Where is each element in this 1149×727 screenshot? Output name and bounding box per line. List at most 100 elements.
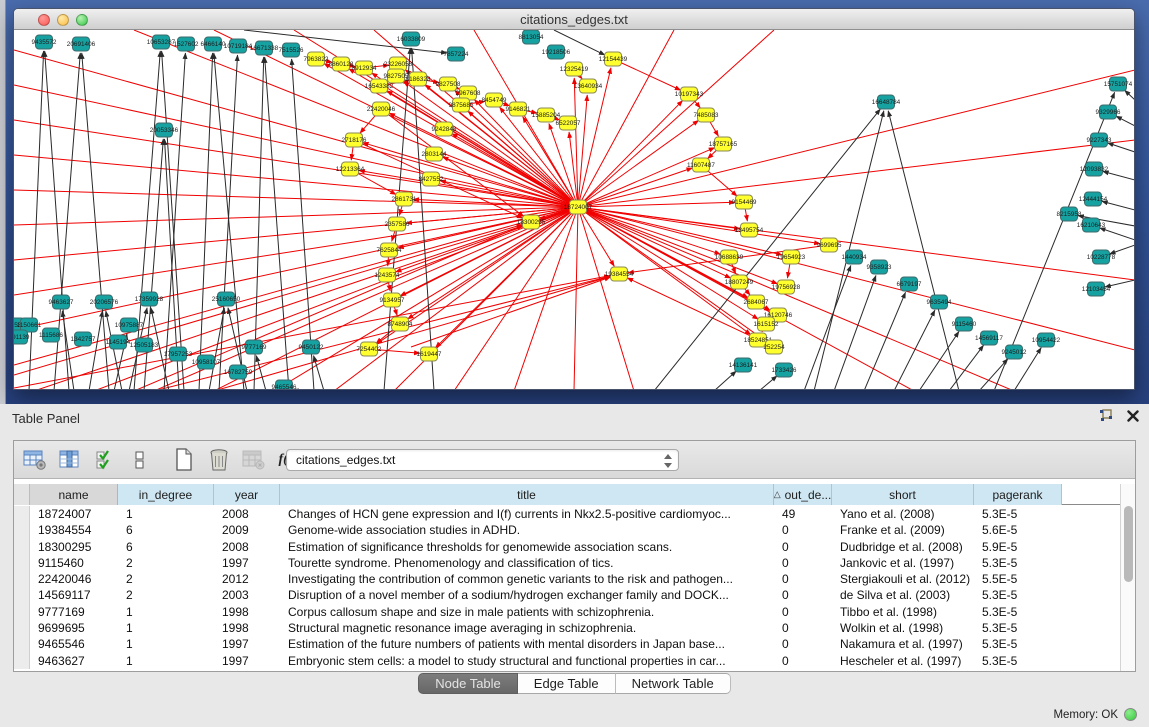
scrollbar-thumb[interactable] bbox=[1124, 506, 1133, 582]
cell-title[interactable]: Estimation of significance thresholds fo… bbox=[280, 539, 774, 555]
cell-year[interactable]: 2012 bbox=[214, 571, 280, 587]
cell-short[interactable]: Dudbridge et al. (2008) bbox=[832, 539, 974, 555]
table-row[interactable]: 1830029562008Estimation of significance … bbox=[14, 539, 1135, 555]
table-row[interactable]: 2242004622012Investigating the contribut… bbox=[14, 571, 1135, 587]
cell-title[interactable]: Structural magnetic resonance image aver… bbox=[280, 620, 774, 636]
cell-out_de[interactable]: 0 bbox=[774, 555, 832, 571]
cell-in_degree[interactable]: 2 bbox=[118, 555, 214, 571]
cell-name[interactable]: 22420046 bbox=[30, 571, 118, 587]
float-panel-icon[interactable] bbox=[1099, 409, 1113, 422]
cell-short[interactable]: Franke et al. (2009) bbox=[832, 522, 974, 538]
cell-title[interactable]: Estimation of the future numbers of pati… bbox=[280, 636, 774, 652]
cell-pagerank[interactable]: 5.3E-5 bbox=[974, 636, 1062, 652]
cell-out_de[interactable]: 0 bbox=[774, 604, 832, 620]
column-header-pagerank[interactable]: pagerank bbox=[974, 484, 1062, 505]
column-header-in_degree[interactable]: in_degree bbox=[118, 484, 214, 505]
cell-in_degree[interactable]: 1 bbox=[118, 636, 214, 652]
cell-in_degree[interactable]: 2 bbox=[118, 587, 214, 603]
cell-in_degree[interactable]: 1 bbox=[118, 506, 214, 522]
cell-out_de[interactable]: 49 bbox=[774, 506, 832, 522]
column-header-out_de[interactable]: △out_de... bbox=[774, 484, 832, 505]
table-row[interactable]: 1456911722003Disruption of a novel membe… bbox=[14, 587, 1135, 603]
cell-short[interactable]: Stergiakouli et al. (2012) bbox=[832, 571, 974, 587]
tab-edge-table[interactable]: Edge Table bbox=[518, 673, 616, 694]
cell-in_degree[interactable]: 1 bbox=[118, 620, 214, 636]
table-source-dropdown[interactable]: citations_edges.txt bbox=[286, 449, 679, 471]
table-row[interactable]: 946362711997Embryonic stem cells: a mode… bbox=[14, 653, 1135, 669]
cell-name[interactable]: 9115460 bbox=[30, 555, 118, 571]
cell-title[interactable]: Genome-wide association studies in ADHD. bbox=[280, 522, 774, 538]
cell-year[interactable]: 1998 bbox=[214, 604, 280, 620]
window-titlebar[interactable]: citations_edges.txt bbox=[14, 9, 1134, 30]
cell-out_de[interactable]: 0 bbox=[774, 620, 832, 636]
cell-title[interactable]: Tourette syndrome. Phenomenology and cla… bbox=[280, 555, 774, 571]
table-row[interactable]: 1872400712008Changes of HCN gene express… bbox=[14, 506, 1135, 522]
rows-icon[interactable] bbox=[126, 447, 154, 473]
table-settings-icon[interactable] bbox=[21, 447, 49, 473]
cell-year[interactable]: 1997 bbox=[214, 636, 280, 652]
cell-pagerank[interactable]: 5.5E-5 bbox=[974, 571, 1062, 587]
cell-short[interactable]: Jankovic et al. (1997) bbox=[832, 555, 974, 571]
cell-name[interactable]: 9463627 bbox=[30, 653, 118, 669]
cell-year[interactable]: 1998 bbox=[214, 620, 280, 636]
table-row[interactable]: 977716911998Corpus callosum shape and si… bbox=[14, 604, 1135, 620]
column-header-year[interactable]: year bbox=[214, 484, 280, 505]
cell-title[interactable]: Disruption of a novel member of a sodium… bbox=[280, 587, 774, 603]
cell-short[interactable]: Tibbo et al. (1998) bbox=[832, 604, 974, 620]
column-header-name[interactable]: name bbox=[30, 484, 118, 505]
cell-out_de[interactable]: 0 bbox=[774, 636, 832, 652]
cell-name[interactable]: 19384554 bbox=[30, 522, 118, 538]
cell-out_de[interactable]: 0 bbox=[774, 653, 832, 669]
tab-network-table[interactable]: Network Table bbox=[616, 673, 731, 694]
cell-year[interactable]: 1997 bbox=[214, 555, 280, 571]
cell-pagerank[interactable]: 5.9E-5 bbox=[974, 539, 1062, 555]
cell-name[interactable]: 9465546 bbox=[30, 636, 118, 652]
close-panel-icon[interactable] bbox=[1127, 410, 1139, 422]
show-columns-icon[interactable] bbox=[56, 447, 84, 473]
cell-year[interactable]: 2009 bbox=[214, 522, 280, 538]
cell-short[interactable]: Wolkin et al. (1998) bbox=[832, 620, 974, 636]
cell-pagerank[interactable]: 5.3E-5 bbox=[974, 555, 1062, 571]
cell-short[interactable]: Hescheler et al. (1997) bbox=[832, 653, 974, 669]
table-row[interactable]: 969969511998Structural magnetic resonanc… bbox=[14, 620, 1135, 636]
cell-out_de[interactable]: 0 bbox=[774, 522, 832, 538]
cell-title[interactable]: Investigating the contribution of common… bbox=[280, 571, 774, 587]
cell-year[interactable]: 2008 bbox=[214, 539, 280, 555]
cell-name[interactable]: 9699695 bbox=[30, 620, 118, 636]
cell-name[interactable]: 18300295 bbox=[30, 539, 118, 555]
cell-in_degree[interactable]: 1 bbox=[118, 653, 214, 669]
memory-ok-icon[interactable] bbox=[1124, 708, 1137, 721]
network-graph-canvas[interactable]: 1872400779638228860128891293423226058982… bbox=[14, 30, 1135, 390]
cell-in_degree[interactable]: 6 bbox=[118, 539, 214, 555]
select-all-icon[interactable] bbox=[91, 447, 119, 473]
cell-in_degree[interactable]: 6 bbox=[118, 522, 214, 538]
cell-name[interactable]: 9777169 bbox=[30, 604, 118, 620]
cell-pagerank[interactable]: 5.3E-5 bbox=[974, 587, 1062, 603]
cell-in_degree[interactable]: 1 bbox=[118, 604, 214, 620]
cell-in_degree[interactable]: 2 bbox=[118, 571, 214, 587]
cell-out_de[interactable]: 0 bbox=[774, 587, 832, 603]
cell-name[interactable]: 18724007 bbox=[30, 506, 118, 522]
cell-short[interactable]: Yano et al. (2008) bbox=[832, 506, 974, 522]
cell-year[interactable]: 2008 bbox=[214, 506, 280, 522]
new-table-icon[interactable] bbox=[170, 447, 198, 473]
cell-pagerank[interactable]: 5.6E-5 bbox=[974, 522, 1062, 538]
cell-out_de[interactable]: 0 bbox=[774, 539, 832, 555]
column-header-title[interactable]: title bbox=[280, 484, 774, 505]
table-row[interactable]: 1938455462009Genome-wide association stu… bbox=[14, 522, 1135, 538]
delete-table-icon[interactable] bbox=[205, 447, 233, 473]
cell-pagerank[interactable]: 5.3E-5 bbox=[974, 620, 1062, 636]
tab-node-table[interactable]: Node Table bbox=[418, 673, 518, 694]
cell-year[interactable]: 2003 bbox=[214, 587, 280, 603]
cell-title[interactable]: Changes of HCN gene expression and I(f) … bbox=[280, 506, 774, 522]
cell-pagerank[interactable]: 5.3E-5 bbox=[974, 604, 1062, 620]
column-header-short[interactable]: short bbox=[832, 484, 974, 505]
cell-title[interactable]: Embryonic stem cells: a model to study s… bbox=[280, 653, 774, 669]
table-vertical-scrollbar[interactable] bbox=[1120, 484, 1135, 671]
table-row[interactable]: 946554611997Estimation of the future num… bbox=[14, 636, 1135, 652]
table-row[interactable]: 911546021997Tourette syndrome. Phenomeno… bbox=[14, 555, 1135, 571]
cell-out_de[interactable]: 0 bbox=[774, 571, 832, 587]
cell-year[interactable]: 1997 bbox=[214, 653, 280, 669]
cell-short[interactable]: Nakamura et al. (1997) bbox=[832, 636, 974, 652]
cell-pagerank[interactable]: 5.3E-5 bbox=[974, 506, 1062, 522]
